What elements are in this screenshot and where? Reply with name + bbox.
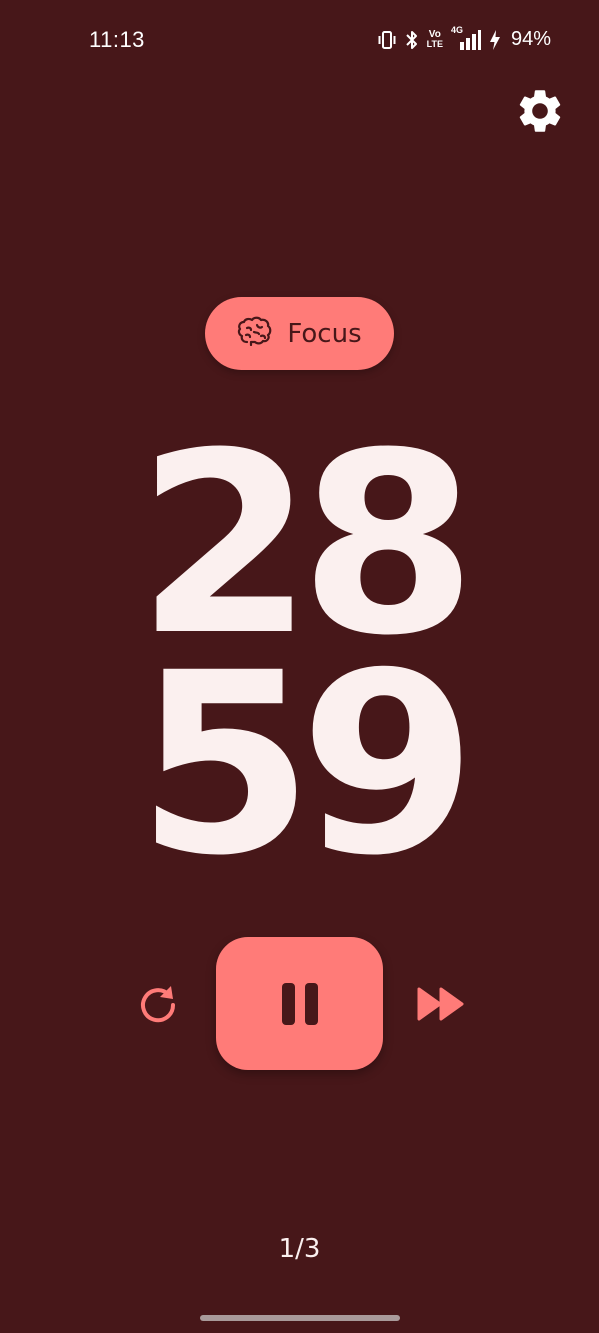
mode-chip-label: Focus: [287, 318, 362, 349]
settings-button[interactable]: [514, 85, 566, 137]
mode-chip-focus[interactable]: Focus: [205, 297, 394, 370]
4g-signal-icon: 4G: [451, 25, 481, 51]
brain-icon: [237, 316, 273, 351]
skip-button[interactable]: [416, 985, 466, 1023]
pause-button[interactable]: [216, 937, 383, 1070]
status-bar: 11:13 Vo LTE 4G 94%: [0, 0, 599, 80]
gear-icon: [519, 90, 561, 132]
bluetooth-icon: [405, 29, 419, 51]
status-icons: Vo LTE 4G 94%: [377, 25, 551, 51]
charging-icon: [489, 29, 501, 51]
pause-icon: [281, 982, 318, 1025]
home-gesture-bar[interactable]: [200, 1315, 400, 1321]
reset-button[interactable]: [136, 983, 180, 1027]
pomodoro-screen: 11:13 Vo LTE 4G 94% Focus 28 59 1/3: [0, 0, 599, 1333]
session-counter: 1/3: [278, 1234, 321, 1264]
timer-seconds: 59: [136, 619, 477, 910]
timer-controls: [0, 937, 599, 1070]
restart-icon: [141, 986, 176, 1023]
vibrate-icon: [377, 29, 397, 51]
volte-icon: Vo LTE: [427, 30, 443, 49]
volte-label-bottom: LTE: [426, 39, 443, 49]
battery-percentage: 94%: [510, 28, 551, 50]
status-time: 11:13: [89, 27, 145, 52]
fast-forward-icon: [417, 987, 464, 1021]
